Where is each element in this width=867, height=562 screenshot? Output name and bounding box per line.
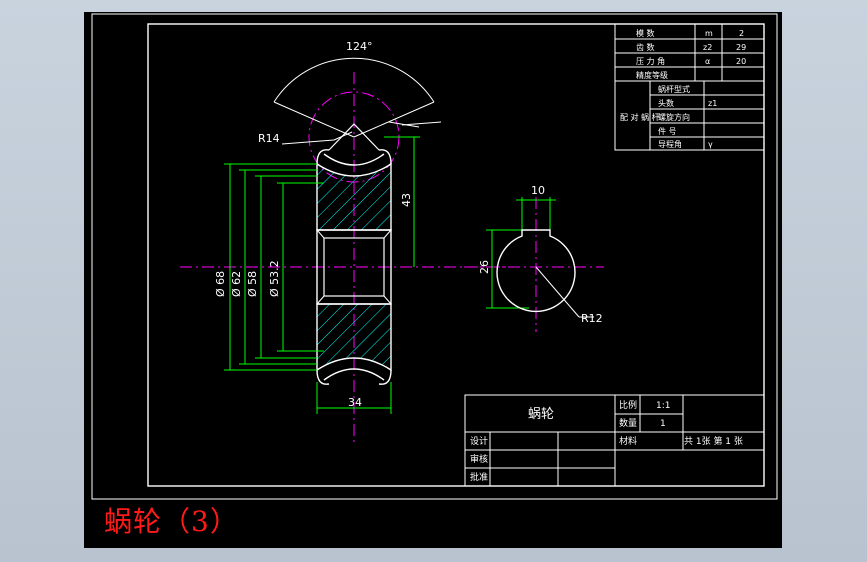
caption-title: 蜗轮（3） — [104, 505, 239, 538]
cad-drawing: 124° R14 Ø 68 Ø 62 Ø 58 Ø 53.2 43 34 10 … — [91, 13, 778, 500]
dia-58-label: Ø 58 — [246, 271, 259, 297]
upper-rim-hatch — [316, 162, 392, 231]
svg-text:压 力 角: 压 力 角 — [636, 56, 665, 66]
title-block-text: 蜗轮 比例 1:1 数量 1 材料 共 1张 第 1 张 设计 审核 批准 — [470, 399, 743, 483]
svg-text:批准: 批准 — [470, 471, 488, 483]
svg-text:模 数: 模 数 — [636, 28, 655, 38]
svg-text:29: 29 — [736, 43, 746, 52]
svg-text:1:1: 1:1 — [656, 401, 670, 411]
angle-label: 124° — [346, 40, 373, 53]
centerlines — [180, 72, 604, 444]
svg-text:件 号: 件 号 — [658, 126, 677, 136]
svg-text:数量: 数量 — [619, 417, 637, 429]
svg-text:材料: 材料 — [619, 435, 637, 447]
svg-text:2: 2 — [739, 29, 744, 38]
drawing-sheet: 124° R14 Ø 68 Ø 62 Ø 58 Ø 53.2 43 34 10 … — [84, 12, 782, 548]
height-43-label: 43 — [400, 193, 413, 207]
width-34-label: 34 — [348, 396, 362, 409]
svg-text:导程角: 导程角 — [658, 139, 682, 149]
dia-53-label: Ø 53.2 — [268, 260, 281, 297]
radius-r14-label: R14 — [258, 132, 280, 145]
svg-text:1: 1 — [660, 419, 666, 429]
angle-dimension — [273, 57, 442, 138]
svg-text:审核: 审核 — [470, 453, 488, 465]
svg-text:α: α — [705, 57, 710, 66]
dia-62-label: Ø 62 — [230, 271, 243, 297]
svg-text:z2: z2 — [703, 43, 712, 52]
svg-text:γ: γ — [708, 140, 713, 149]
svg-text:设计: 设计 — [470, 435, 488, 447]
radius-r12-label: R12 — [581, 312, 603, 325]
svg-text:z1: z1 — [708, 99, 717, 108]
param-table-text: 模 数 m 2 齿 数 z2 29 压 力 角 α 20 精度等级 配 对 蜗 … — [620, 28, 746, 149]
svg-text:头数: 头数 — [658, 98, 674, 108]
svg-text:比例: 比例 — [619, 399, 637, 411]
svg-text:m: m — [705, 29, 713, 38]
svg-text:配 对 蜗 杆: 配 对 蜗 杆 — [620, 112, 660, 122]
bore-26-label: 26 — [478, 260, 491, 274]
svg-text:齿 数: 齿 数 — [636, 42, 655, 52]
svg-text:蜗杆型式: 蜗杆型式 — [658, 84, 690, 94]
svg-text:精度等级: 精度等级 — [636, 70, 668, 80]
svg-text:共 1张 第 1 张: 共 1张 第 1 张 — [684, 435, 743, 447]
dia-68-label: Ø 68 — [214, 271, 227, 297]
svg-text:20: 20 — [736, 57, 746, 66]
svg-text:螺旋方向: 螺旋方向 — [658, 112, 690, 122]
key-width-label: 10 — [531, 184, 545, 197]
part-name: 蜗轮 — [528, 406, 554, 422]
